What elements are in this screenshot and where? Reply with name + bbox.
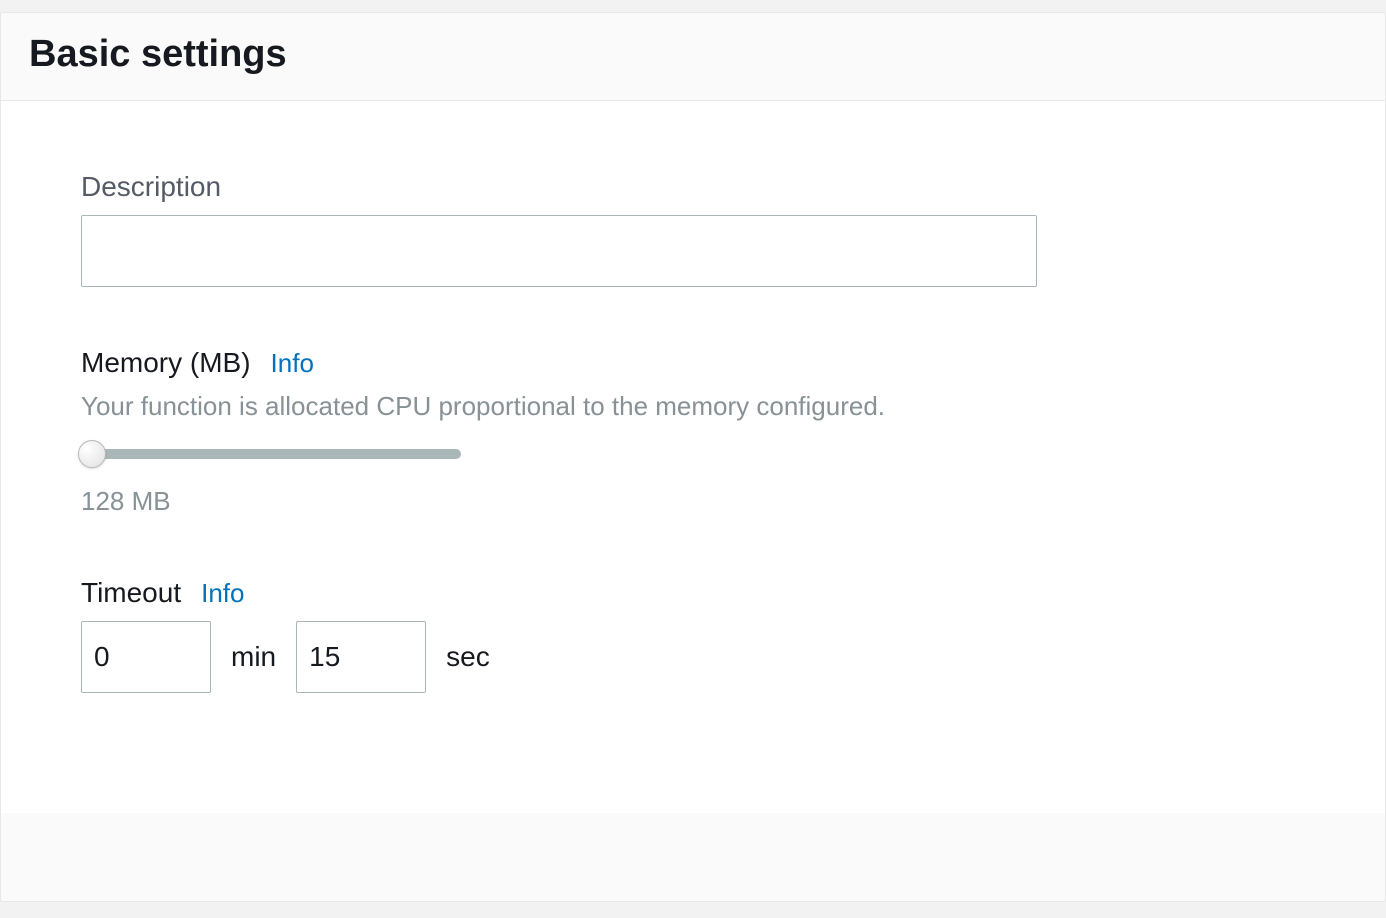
timeout-field-group: Timeout Info min sec	[81, 577, 1305, 693]
timeout-minutes-input[interactable]	[81, 621, 211, 693]
timeout-info-link[interactable]: Info	[201, 578, 244, 609]
panel-body: Description Memory (MB) Info Your functi…	[1, 101, 1385, 813]
timeout-seconds-input[interactable]	[296, 621, 426, 693]
memory-value-display: 128 MB	[81, 486, 1305, 517]
description-input[interactable]	[81, 215, 1037, 287]
minutes-unit-label: min	[231, 641, 276, 673]
timeout-label: Timeout	[81, 577, 181, 609]
memory-help-text: Your function is allocated CPU proportio…	[81, 391, 1305, 422]
memory-label-row: Memory (MB) Info	[81, 347, 1305, 379]
slider-thumb[interactable]	[78, 440, 106, 468]
description-field-group: Description	[81, 171, 1305, 287]
basic-settings-panel: Basic settings Description Memory (MB) I…	[0, 12, 1386, 902]
timeout-label-row: Timeout Info	[81, 577, 1305, 609]
timeout-inputs-row: min sec	[81, 621, 1305, 693]
slider-track	[81, 449, 461, 459]
memory-field-group: Memory (MB) Info Your function is alloca…	[81, 347, 1305, 517]
panel-header: Basic settings	[1, 13, 1385, 101]
memory-label: Memory (MB)	[81, 347, 251, 379]
panel-title: Basic settings	[29, 33, 1357, 76]
seconds-unit-label: sec	[446, 641, 490, 673]
memory-slider[interactable]	[81, 440, 461, 468]
memory-info-link[interactable]: Info	[271, 348, 314, 379]
description-label: Description	[81, 171, 1305, 203]
